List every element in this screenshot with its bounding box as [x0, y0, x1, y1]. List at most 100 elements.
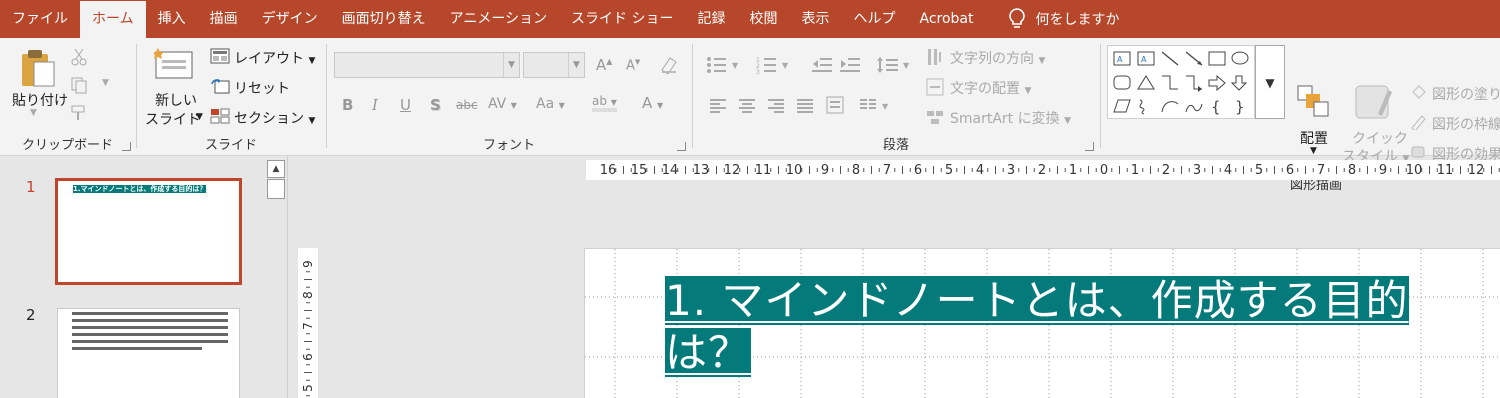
slides-label: スライド: [204, 138, 257, 153]
paste-dropdown-icon[interactable]: ▼: [30, 108, 37, 118]
shape-fill-icon[interactable]: [1410, 84, 1428, 104]
layout-icon[interactable]: [210, 48, 230, 68]
arrange-icon[interactable]: [1296, 84, 1332, 124]
font-color-icon[interactable]: A ▼: [642, 94, 663, 112]
paste-button[interactable]: 貼り付け: [12, 90, 68, 110]
tab-animations[interactable]: アニメーション: [438, 0, 559, 38]
quick-styles-label-1[interactable]: クイック: [1352, 128, 1408, 148]
layout-button[interactable]: レイアウト ▼: [234, 48, 315, 68]
distributed-icon[interactable]: [826, 96, 844, 118]
decrease-indent-icon[interactable]: [812, 56, 832, 78]
underline-icon[interactable]: U: [400, 96, 411, 114]
shadow-icon[interactable]: S: [430, 96, 441, 114]
align-right-icon[interactable]: [768, 98, 784, 117]
new-slide-label-1[interactable]: 新しい: [155, 90, 197, 110]
ruler-label: 12: [724, 163, 741, 178]
increase-indent-icon[interactable]: [840, 56, 860, 78]
clipboard-launcher-icon[interactable]: [122, 142, 131, 151]
shapes-gallery[interactable]: A A { }: [1107, 45, 1255, 119]
align-text-icon[interactable]: [926, 78, 944, 100]
tab-record[interactable]: 記録: [686, 0, 738, 38]
italic-icon[interactable]: I: [372, 96, 378, 114]
character-spacing-icon[interactable]: AV ▼: [488, 96, 517, 112]
slide-canvas[interactable]: 1. マインドノートとは、作成する目的は？: [584, 248, 1500, 398]
reset-icon[interactable]: [210, 78, 230, 98]
tab-review[interactable]: 校閲: [738, 0, 790, 38]
paragraph-launcher-icon[interactable]: [1085, 142, 1094, 151]
section-icon[interactable]: [210, 108, 230, 128]
svg-text:▼: ▼: [882, 102, 889, 111]
section-button[interactable]: セクション ▼: [234, 108, 315, 128]
align-center-icon[interactable]: [739, 98, 755, 117]
thumbnail-scrollbar[interactable]: ▲: [266, 158, 286, 398]
tab-slideshow[interactable]: スライド ショー: [559, 0, 685, 38]
cut-icon[interactable]: [70, 48, 88, 70]
text-direction-button[interactable]: 文字列の方向 ▼: [950, 48, 1045, 68]
smartart-button[interactable]: SmartArt に変換 ▼: [950, 108, 1071, 128]
divider: [326, 44, 327, 148]
paste-icon[interactable]: [18, 48, 58, 92]
tab-help[interactable]: ヘルプ: [842, 0, 908, 38]
copy-dropdown-icon[interactable]: ▼: [102, 78, 109, 88]
bullets-icon[interactable]: ▼: [706, 56, 740, 78]
slide-thumbnail-2[interactable]: [57, 308, 240, 398]
font-size-dropdown-icon[interactable]: ▼: [568, 53, 584, 77]
line-spacing-icon[interactable]: ▼: [876, 56, 912, 78]
tab-draw[interactable]: 描画: [198, 0, 250, 38]
new-slide-icon[interactable]: [152, 46, 194, 84]
tab-home[interactable]: ホーム: [80, 1, 146, 39]
shapes-more-button[interactable]: ▼: [1255, 45, 1285, 119]
svg-text:A: A: [1141, 55, 1147, 64]
decrease-font-icon[interactable]: A▼: [626, 58, 640, 73]
highlight-icon[interactable]: ab ▼: [592, 94, 617, 112]
increase-font-icon[interactable]: A▲: [596, 56, 612, 74]
smartart-icon[interactable]: [926, 108, 944, 130]
strikethrough-icon[interactable]: abc: [456, 98, 478, 112]
tab-file[interactable]: ファイル: [0, 0, 80, 38]
tab-insert[interactable]: 挿入: [146, 0, 198, 38]
clear-formatting-icon[interactable]: [660, 56, 680, 78]
font-launcher-icon[interactable]: [677, 142, 686, 151]
ruler-label: 10: [1406, 163, 1423, 178]
new-slide-dropdown-icon[interactable]: ▼: [196, 112, 203, 122]
ruler-label: 9: [821, 163, 829, 178]
clipboard-label: クリップボード: [21, 138, 113, 153]
slide-title-textbox[interactable]: 1. マインドノートとは、作成する目的は？: [665, 275, 1485, 379]
tab-acrobat[interactable]: Acrobat: [908, 0, 986, 38]
tell-me-box[interactable]: 何をしますか: [1008, 8, 1120, 30]
tab-view[interactable]: 表示: [790, 0, 842, 38]
text-direction-label: 文字列の方向: [950, 51, 1034, 67]
reset-button[interactable]: リセット: [234, 78, 290, 98]
new-slide-label-2[interactable]: スライド: [145, 109, 201, 129]
text-direction-icon[interactable]: [926, 48, 944, 70]
scrollbar-thumb[interactable]: [267, 179, 285, 199]
tab-design[interactable]: デザイン: [250, 0, 330, 38]
format-painter-icon[interactable]: [70, 104, 88, 126]
ruler-label: 15: [631, 163, 648, 178]
quick-styles-icon[interactable]: [1354, 84, 1394, 126]
justify-icon[interactable]: [797, 98, 813, 117]
font-name-dropdown-icon[interactable]: ▼: [503, 53, 519, 77]
svg-text:A: A: [1117, 55, 1123, 64]
font-size-combo[interactable]: ▼: [523, 52, 585, 78]
ruler-label: 12: [1468, 163, 1485, 178]
columns-icon[interactable]: ▼: [860, 98, 894, 117]
shape-fill-button[interactable]: 図形の塗り: [1432, 84, 1500, 104]
divider: [1100, 44, 1101, 148]
slide-thumbnail-1[interactable]: 1.マインドノートとは、作成する目的は？: [55, 178, 242, 285]
align-left-icon[interactable]: [710, 98, 726, 117]
numbering-icon[interactable]: 1 2 3 ▼: [756, 56, 790, 78]
scroll-up-arrow-icon[interactable]: ▲: [267, 160, 285, 178]
tab-transitions[interactable]: 画面切り替え: [330, 0, 438, 38]
align-text-button[interactable]: 文字の配置 ▼: [950, 78, 1031, 98]
shape-outline-icon[interactable]: [1410, 114, 1428, 134]
arrange-dropdown-icon[interactable]: ▼: [1310, 146, 1317, 156]
change-case-icon[interactable]: Aa ▼: [536, 96, 565, 112]
vertical-ruler-ticks: 9 8 7 6 5: [301, 260, 315, 397]
ruler-label: 2: [1162, 163, 1170, 178]
shape-outline-button[interactable]: 図形の枠線: [1432, 114, 1500, 134]
font-name-combo[interactable]: ▼: [334, 52, 520, 78]
copy-icon[interactable]: [70, 76, 88, 98]
bold-icon[interactable]: B: [342, 96, 353, 114]
arrange-button[interactable]: 配置: [1300, 128, 1328, 148]
